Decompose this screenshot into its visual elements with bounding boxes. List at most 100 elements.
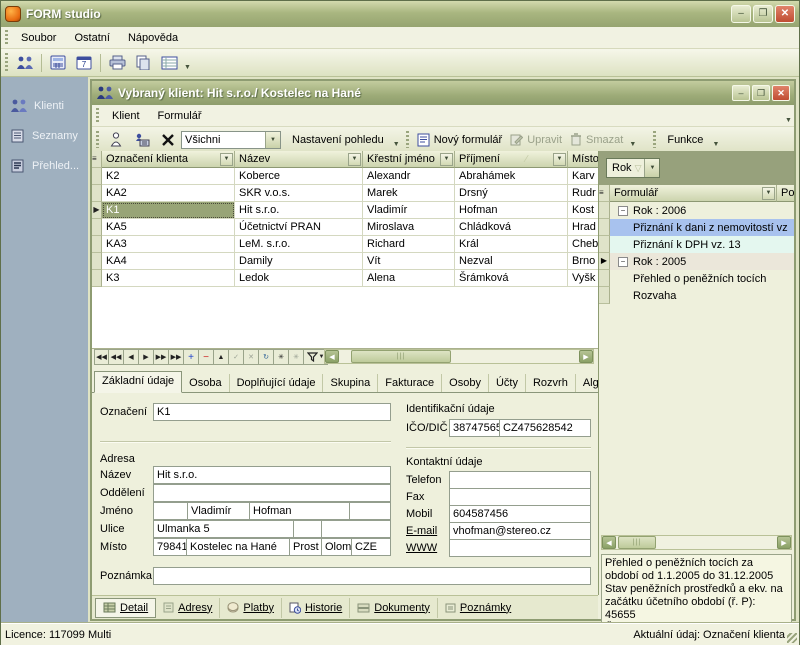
column-header-poznamka[interactable]: Poz: [777, 185, 794, 202]
cell-krestni[interactable]: Miroslava: [363, 219, 455, 236]
menu-napoveda[interactable]: Nápověda: [119, 29, 187, 47]
nav-prior-button[interactable]: ◀: [124, 349, 139, 365]
tree-item-row[interactable]: Přiznání k DPH vz. 13: [599, 236, 794, 253]
select-client-button[interactable]: [104, 129, 128, 151]
table-row[interactable]: KA2 SKR v.o.s. Marek Drsný Rudr: [92, 185, 600, 202]
tree-item-row-selected[interactable]: Přiznání k dani z nemovitostí vz: [599, 219, 794, 236]
column-header-prijmeni[interactable]: Příjmení ∕ ▼: [455, 151, 568, 168]
group-by-rok-button[interactable]: Rok ▽ ▼: [606, 158, 660, 178]
stat-field[interactable]: CZE: [351, 538, 391, 556]
nav-goto-bookmark-button[interactable]: ✳: [289, 349, 304, 365]
tree-item-label[interactable]: Rozvaha: [610, 287, 794, 304]
cell-krestni[interactable]: Vít: [363, 253, 455, 270]
table-row[interactable]: KA3 LeM. s.r.o. Richard Král Cheb: [92, 236, 600, 253]
scrollbar-thumb[interactable]: |||: [351, 350, 451, 363]
sidebar-item-seznamy[interactable]: Seznamy: [1, 121, 88, 151]
sidebar-item-prehled[interactable]: Přehled...: [1, 151, 88, 181]
okres-field[interactable]: Prost: [289, 538, 322, 556]
functions-button[interactable]: Funkce: [660, 130, 710, 150]
nav-delete-button[interactable]: −: [199, 349, 214, 365]
nav-fast-prior-button[interactable]: ◀◀: [109, 349, 124, 365]
nav-next-button[interactable]: ▶: [139, 349, 154, 365]
titlebar[interactable]: FORM studio – ❐ ✕: [1, 1, 799, 27]
tab-rozvrh[interactable]: Rozvrh: [526, 374, 576, 392]
cell-krestni[interactable]: Alexandr: [363, 168, 455, 185]
toolbar-grip[interactable]: [405, 131, 410, 149]
menu-overflow-button[interactable]: ▼: [783, 106, 794, 126]
cp-field[interactable]: [293, 520, 322, 538]
cell-misto[interactable]: Hrad: [568, 219, 600, 236]
list-button[interactable]: [157, 52, 181, 74]
dic-field[interactable]: CZ475628542: [499, 419, 591, 437]
tree-item-label[interactable]: Přehled o peněžních tocích: [610, 270, 794, 287]
forms-horizontal-scrollbar[interactable]: ◀ ||| ▶: [601, 535, 792, 550]
nav-cancel-button[interactable]: ✕: [244, 349, 259, 365]
table-row[interactable]: KA5 Účetnictví PRAN Miroslava Chládková …: [92, 219, 600, 236]
nav-first-button[interactable]: ◀◀: [94, 349, 109, 365]
cell-misto[interactable]: Brno: [568, 253, 600, 270]
cell-oznaceni[interactable]: K3: [102, 270, 235, 287]
view-settings-button[interactable]: Nastavení pohledu: [285, 130, 391, 150]
copy-button[interactable]: [131, 52, 155, 74]
cell-nazev[interactable]: Damily: [235, 253, 363, 270]
toolbar-grip[interactable]: [4, 53, 9, 72]
tab-detail[interactable]: Detail: [95, 598, 156, 618]
column-header-misto[interactable]: Místo: [568, 151, 600, 168]
oddeleni-field[interactable]: [153, 484, 391, 502]
column-header-oznaceni[interactable]: Označení klienta ▼: [102, 151, 235, 168]
tab-osoby[interactable]: Osoby: [442, 374, 489, 392]
telefon-field[interactable]: [449, 471, 591, 489]
cell-misto[interactable]: Kost: [568, 202, 600, 219]
nav-refresh-button[interactable]: ↻: [259, 349, 274, 365]
www-label[interactable]: WWW: [406, 542, 437, 554]
menu-grip[interactable]: [95, 108, 100, 123]
menu-ostatni[interactable]: Ostatní: [65, 29, 118, 47]
column-filter-dropdown[interactable]: ▼: [348, 153, 361, 166]
krestni-field[interactable]: Vladimír: [187, 502, 250, 520]
toolbar-grip[interactable]: [95, 131, 100, 149]
table-row[interactable]: K2 Koberce Alexandr Abrahámek Karv: [92, 168, 600, 185]
cell-krestni[interactable]: Richard: [363, 236, 455, 253]
cell-prijmeni[interactable]: Nezval: [455, 253, 568, 270]
www-field[interactable]: [449, 539, 591, 557]
cell-nazev[interactable]: Ledok: [235, 270, 363, 287]
tab-zakladni-udaje[interactable]: Základní údaje: [94, 371, 182, 393]
table-horizontal-scrollbar[interactable]: ◀ ||| ▶: [324, 349, 594, 364]
toolbar-grip[interactable]: [652, 131, 657, 149]
cell-prijmeni[interactable]: Hofman: [455, 202, 568, 219]
cell-prijmeni[interactable]: Král: [455, 236, 568, 253]
column-filter-dropdown[interactable]: ▼: [440, 153, 453, 166]
client-window-titlebar[interactable]: Vybraný klient: Hit s.r.o./ Kostelec na …: [92, 81, 794, 105]
nav-fast-next-button[interactable]: ▶▶: [154, 349, 169, 365]
clients-button[interactable]: [13, 52, 37, 74]
client-minimize-button[interactable]: –: [732, 85, 750, 101]
cell-nazev[interactable]: SKR v.o.s.: [235, 185, 363, 202]
grid-corner-button[interactable]: ≡: [92, 151, 102, 168]
mesto-field[interactable]: Kostelec na Hané: [186, 538, 290, 556]
psc-field[interactable]: 79841: [153, 538, 187, 556]
kraj-field[interactable]: Olom: [321, 538, 352, 556]
tree-group-row[interactable]: − Rok : 2006: [599, 202, 794, 219]
ico-field[interactable]: 38747565: [449, 419, 500, 437]
toolbar-overflow-button[interactable]: ▼: [182, 53, 193, 73]
edit-form-button[interactable]: Upravit: [506, 129, 566, 150]
grid-corner-button[interactable]: ≡: [599, 185, 610, 202]
group1-overflow-button[interactable]: ▼: [391, 130, 402, 150]
cell-misto[interactable]: Rudr: [568, 185, 600, 202]
column-header-nazev[interactable]: Název ▼: [235, 151, 363, 168]
cell-nazev[interactable]: Účetnictví PRAN: [235, 219, 363, 236]
email-field[interactable]: vhofman@stereo.cz: [449, 522, 591, 540]
menu-soubor[interactable]: Soubor: [12, 29, 65, 47]
column-header-formular[interactable]: Formulář ▼: [610, 185, 777, 202]
client-card-button[interactable]: [130, 129, 154, 151]
tab-fakturace[interactable]: Fakturace: [378, 374, 442, 392]
column-filter-dropdown[interactable]: ▼: [220, 153, 233, 166]
cell-oznaceni[interactable]: KA4: [102, 253, 235, 270]
tab-skupina[interactable]: Skupina: [323, 374, 378, 392]
group2-overflow-button[interactable]: ▼: [627, 130, 638, 150]
nav-edit-button[interactable]: ▲: [214, 349, 229, 365]
calculator-button[interactable]: [46, 52, 70, 74]
tree-item-label[interactable]: Přiznání k dani z nemovitostí vz: [610, 219, 794, 236]
cell-nazev[interactable]: Hit s.r.o.: [235, 202, 363, 219]
nav-post-button[interactable]: ✓: [229, 349, 244, 365]
